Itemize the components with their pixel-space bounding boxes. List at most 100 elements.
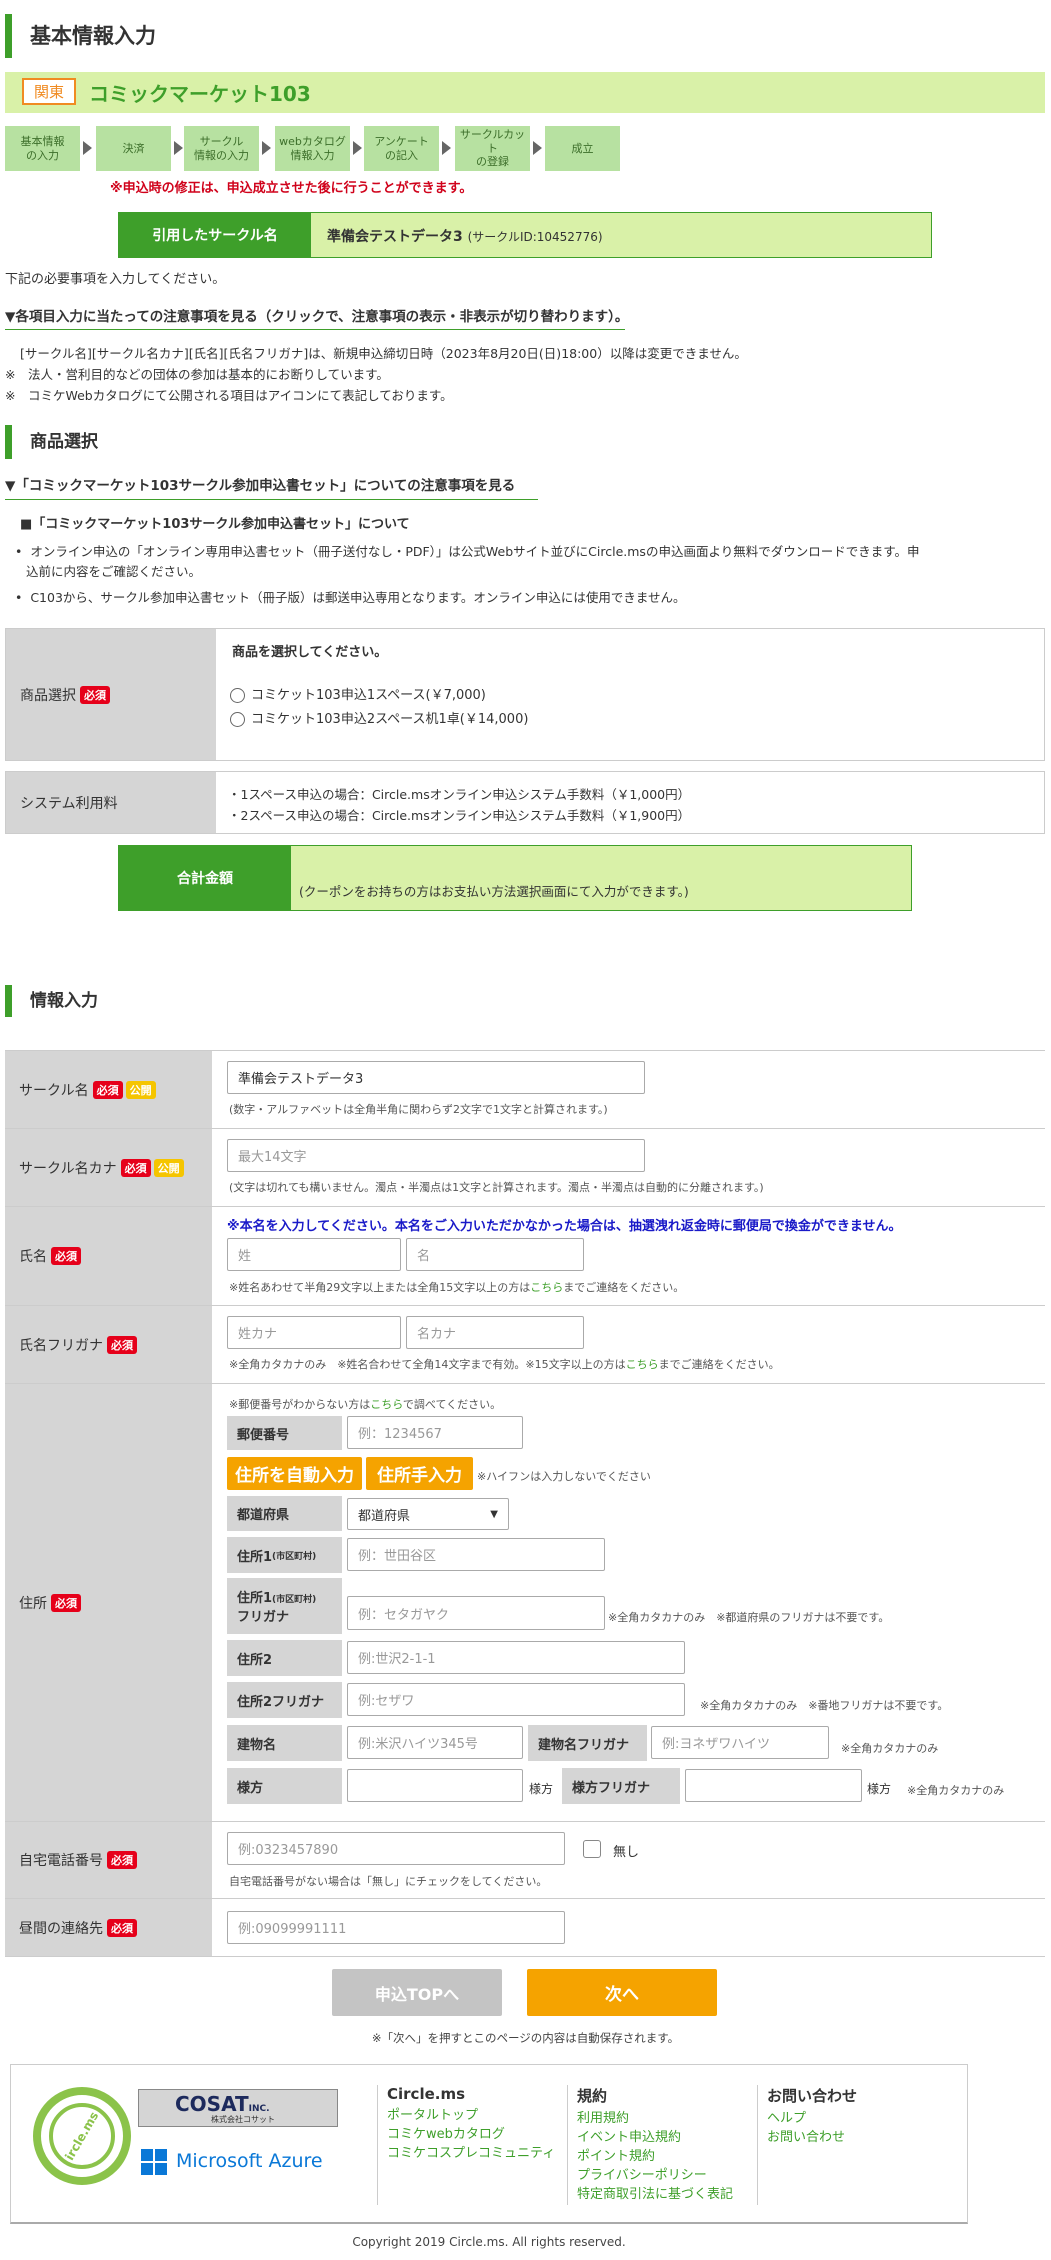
furigana-note-pre: ※全角カタカナのみ ※姓名合わせて全角14文字まで有効。※15文字以上の方は: [229, 1358, 626, 1371]
addr2-kana-note: ※全角カタカナのみ ※番地フリガナは不要です。: [700, 1699, 949, 1712]
footer-link-privacy[interactable]: プライバシーポリシー: [577, 2166, 733, 2185]
furigana-mei-input[interactable]: 名カナ: [406, 1316, 584, 1349]
circle-kana-input[interactable]: 最大14文字: [227, 1139, 645, 1172]
circlems-logo[interactable]: ircle.ms: [33, 2087, 131, 2185]
circle-name-note: (数字・アルファベットは全角半角に関わらず2文字で1文字と計算されます。): [229, 1103, 608, 1116]
notice-line-2: ※ 法人・営利目的などの団体の参加は基本的にお断りしています。: [5, 367, 389, 382]
address-row: 住所 必須 ※郵便番号がわからない方はこちらで調べてください。 郵便番号 例：1…: [5, 1383, 1045, 1821]
zip-lookup-post: で調べてください。: [402, 1398, 502, 1411]
bldg-kana-label: 建物名フリガナ: [528, 1725, 647, 1761]
name-mei-input[interactable]: 名: [406, 1238, 584, 1271]
day-contact-input[interactable]: 例:09099991111: [227, 1911, 565, 1944]
zip-lookup-pre: ※郵便番号がわからない方は: [229, 1398, 371, 1411]
manual-address-button[interactable]: 住所手入力: [366, 1457, 473, 1490]
system-fee-line-1: ・1スペース申込の場合：Circle.msオンライン申込システム手数料（￥1,0…: [228, 787, 691, 802]
notice-toggle[interactable]: ▼各項目入力に当たっての注意事項を見る（クリックで、注意事項の表示・非表示が切り…: [5, 305, 628, 330]
furigana-contact-link[interactable]: こちら: [626, 1358, 659, 1371]
product-bullet-1: • オンライン申込の「オンライン専用申込書セット（冊子送付なし・PDF）」は公式…: [15, 544, 920, 559]
circlems-logo-text: ircle.ms: [62, 2109, 102, 2163]
intro-text: 下記の必要事項を入力してください。: [5, 272, 226, 287]
product-option-1[interactable]: コミケット103申込1スペース(￥7,000): [230, 684, 486, 703]
footer-col-title: お問い合わせ: [767, 2087, 858, 2105]
pref-select[interactable]: 都道府県 ▼: [347, 1498, 509, 1530]
product-option-2[interactable]: コミケット103申込2スペース机1卓(￥14,000): [230, 708, 528, 727]
sama-kana-input[interactable]: [685, 1769, 862, 1802]
name-sei-input[interactable]: 姓: [227, 1238, 401, 1271]
total-note: (クーポンをお持ちの方はお支払い方法選択画面にて入力ができます。): [299, 884, 689, 899]
name-contact-link[interactable]: こちら: [530, 1281, 563, 1294]
circle-kana-row: サークル名カナ 必須 公開 最大14文字 (文字は切れても構いません。濁点・半濁…: [5, 1128, 1045, 1206]
bldg-label: 建物名: [227, 1725, 342, 1761]
pref-label: 都道府県: [227, 1496, 342, 1531]
public-badge: 公開: [125, 1080, 156, 1099]
step-arrow-icon: [262, 141, 271, 155]
circle-name-input[interactable]: 準備会テストデータ3: [227, 1061, 645, 1094]
cosat-inc: INC.: [248, 2104, 270, 2114]
back-to-top-button[interactable]: 申込TOPへ: [332, 1969, 502, 2016]
step-4: webカタログ 情報入力: [275, 126, 350, 171]
info-section-title: 情報入力: [5, 985, 98, 1017]
footer-link-terms[interactable]: 利用規約: [577, 2109, 733, 2128]
footer-link-point-terms[interactable]: ポイント規約: [577, 2147, 733, 2166]
auto-address-button[interactable]: 住所を自動入力: [227, 1457, 362, 1490]
radio-button[interactable]: [230, 712, 245, 727]
home-phone-label-cell: 自宅電話番号 必須: [5, 1822, 212, 1898]
address-label: 住所: [19, 1595, 47, 1612]
addr1-kana-label: 住所1(市区町村) フリガナ: [227, 1578, 342, 1634]
system-fee-line-2: ・2スペース申込の場合：Circle.msオンライン申込システム手数料（￥1,9…: [228, 808, 691, 823]
footer-link-event-terms[interactable]: イベント申込規約: [577, 2128, 733, 2147]
circle-name-row: サークル名 必須 公開 準備会テストデータ3 (数字・アルファベットは全角半角に…: [5, 1050, 1045, 1128]
footer-link-portal[interactable]: ポータルトップ: [387, 2106, 555, 2125]
cosat-text: COSATINC.: [175, 2092, 270, 2116]
footer-link-webcatalog[interactable]: コミケwebカタログ: [387, 2125, 555, 2144]
footer-link-help[interactable]: ヘルプ: [767, 2109, 857, 2128]
zip-input[interactable]: 例：1234567: [347, 1416, 523, 1449]
addr1-input[interactable]: 例：世田谷区: [347, 1538, 605, 1571]
product-bullet-2: • C103から、サークル参加申込書セット（冊子版）は郵送申込専用となります。オ…: [15, 590, 686, 605]
total-label: 合計金額: [119, 846, 291, 910]
addr1-kana-input[interactable]: 例：セタガヤク: [347, 1596, 605, 1630]
footer-divider-1: [377, 2085, 378, 2205]
cosat-sub: 株式会社コサット: [211, 2115, 275, 2124]
zip-lookup-link[interactable]: こちら: [370, 1398, 403, 1411]
event-bar: 関東 コミックマーケット103: [5, 72, 1045, 113]
radio-button[interactable]: [230, 688, 245, 703]
sama-label: 様方: [227, 1768, 342, 1804]
required-badge: 必須: [107, 1335, 137, 1354]
home-phone-none-checkbox[interactable]: [583, 1840, 601, 1858]
footer-col-title: Circle.ms: [387, 2085, 466, 2103]
name-label: 氏名: [19, 1249, 47, 1265]
furigana-sei-input[interactable]: 姓カナ: [227, 1316, 401, 1349]
footer-link-cosplay[interactable]: コミケコスプレコミュニティ: [387, 2144, 555, 2163]
footer-link-tokushoho[interactable]: 特定商取引法に基づく表記: [577, 2185, 733, 2204]
notice-line-3: ※ コミケWebカタログにて公開される項目はアイコンにて表記しております。: [5, 388, 453, 403]
step-6: サークルカット の登録: [455, 126, 530, 171]
required-badge: 必須: [80, 685, 110, 704]
name-row: 氏名 必須 ※本名を入力してください。本名をご入力いただかなかった場合は、抽選洩…: [5, 1206, 1045, 1305]
address-label-cell: 住所 必須: [5, 1384, 212, 1821]
hyphen-note: ※ハイフンは入力しないでください: [477, 1470, 651, 1483]
sama-kana-suffix: 様方: [867, 1782, 892, 1796]
cosat-logo[interactable]: COSATINC. 株式会社コサット: [138, 2089, 338, 2127]
step-arrow-icon: [442, 141, 451, 155]
step-1: 基本情報 の入力: [5, 126, 80, 171]
autosave-note: ※「次へ」を押すとこのページの内容は自動保存されます。: [371, 2031, 680, 2045]
azure-logo[interactable]: Microsoft Azure: [141, 2147, 341, 2177]
product-bullet-1-text: オンライン申込の「オンライン専用申込書セット（冊子送付なし・PDF）」は公式We…: [30, 544, 920, 559]
addr2-input[interactable]: 例:世沢2-1-1: [347, 1641, 685, 1674]
next-button[interactable]: 次へ: [527, 1969, 717, 2016]
addr1-kana-label-line1: 住所1(市区町村): [237, 1587, 316, 1606]
product-notice-toggle[interactable]: ▼「コミックマーケット103サークル参加申込書セット」についての注意事項を見る: [5, 474, 538, 500]
total-box: 合計金額 (クーポンをお持ちの方はお支払い方法選択画面にて入力ができます。): [118, 845, 912, 911]
addr2-kana-input[interactable]: 例:セザワ: [347, 1683, 685, 1716]
footer-link-contact[interactable]: お問い合わせ: [767, 2128, 857, 2147]
bldg-input[interactable]: 例:米沢ハイツ345号: [347, 1726, 523, 1759]
product-option-1-label: コミケット103申込1スペース(￥7,000): [251, 688, 486, 703]
required-badge: 必須: [51, 1593, 81, 1612]
chevron-down-icon: ▼: [490, 1508, 498, 1520]
public-badge: 公開: [153, 1158, 184, 1177]
circle-kana-label-cell: サークル名カナ 必須 公開: [5, 1129, 212, 1206]
home-phone-input[interactable]: 例:0323457890: [227, 1832, 565, 1865]
sama-input[interactable]: [347, 1769, 523, 1802]
bldg-kana-input[interactable]: 例:ヨネザワハイツ: [651, 1726, 829, 1759]
